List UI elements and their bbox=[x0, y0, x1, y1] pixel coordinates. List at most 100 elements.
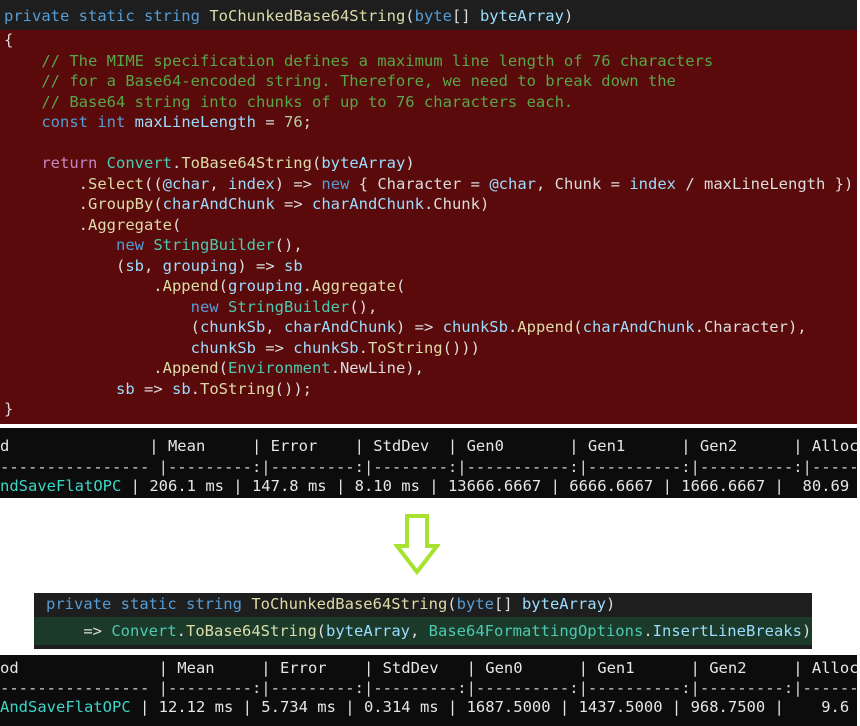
method-name: Select bbox=[88, 174, 144, 193]
method-cell: ndSaveFlatOPC bbox=[0, 477, 122, 495]
keyword: new bbox=[115, 236, 144, 254]
code-line: { bbox=[4, 31, 14, 49]
method-name: ToString bbox=[367, 338, 443, 357]
method-name: ToBase64String bbox=[186, 622, 317, 640]
parameter: sb bbox=[115, 379, 135, 398]
text: . bbox=[302, 277, 312, 295]
text bbox=[4, 339, 191, 357]
table-separator: ---------------- |---------:|---------:|… bbox=[0, 458, 857, 476]
text: => bbox=[274, 195, 312, 213]
method-name: Append bbox=[162, 359, 219, 377]
method-name: ToChunkedBase64String bbox=[241, 595, 448, 613]
signature-line: private static string ToChunkedBase64Str… bbox=[34, 593, 812, 617]
table-header: d | Mean | Error | StdDev | Gen0 | Gen1 … bbox=[0, 437, 857, 455]
code-line: (chunkSb, charAndChunk) => chunkSb.Appen… bbox=[4, 317, 807, 337]
dot: . bbox=[176, 622, 186, 640]
parameter: @char bbox=[162, 174, 210, 193]
method-name: Aggregate bbox=[88, 215, 172, 234]
method-name: Append bbox=[517, 318, 574, 336]
paren: ( bbox=[311, 154, 322, 172]
text bbox=[219, 298, 228, 316]
parameter: chunkSb bbox=[199, 318, 266, 336]
method-name: ToBase64String bbox=[181, 154, 312, 172]
argument: byteArray bbox=[326, 622, 410, 640]
method-name: Append bbox=[162, 277, 219, 295]
method-cell: AndSaveFlatOPC bbox=[0, 698, 131, 716]
parameter: sb bbox=[171, 379, 191, 398]
parameter: charAndChunk bbox=[311, 195, 424, 213]
param-name: byteArray bbox=[479, 7, 564, 25]
text: ( bbox=[218, 359, 228, 377]
text: ) => bbox=[237, 256, 284, 275]
code-line: return Convert.ToBase64String(byteArray) bbox=[4, 153, 414, 173]
text: ) => bbox=[274, 174, 322, 193]
benchmark-table-after: od | Mean | Error | StdDev | Gen0 | Gen1… bbox=[0, 655, 857, 726]
code-line: .GroupBy(charAndChunk => charAndChunk.Ch… bbox=[4, 194, 490, 214]
text: , bbox=[410, 622, 429, 640]
text: . bbox=[4, 174, 88, 193]
parameter: charAndChunk bbox=[283, 318, 396, 336]
text: => bbox=[255, 338, 294, 357]
stats-cells: | 206.1 ms | 147.8 ms | 8.10 ms | 13666.… bbox=[121, 477, 857, 495]
keyword: new bbox=[321, 174, 350, 193]
text: => bbox=[46, 622, 112, 640]
keyword: private static bbox=[46, 595, 186, 613]
parameter: chunkSb bbox=[442, 318, 508, 336]
variable: maxLineLength bbox=[134, 113, 256, 131]
operator: = bbox=[255, 113, 284, 131]
param-type: byte bbox=[456, 595, 494, 613]
text: (( bbox=[144, 174, 163, 193]
parameter: grouping bbox=[162, 256, 238, 275]
keyword: const int bbox=[4, 113, 135, 131]
method-name: ToString bbox=[200, 379, 275, 398]
text: ) => bbox=[395, 318, 443, 336]
expression-body-line: => Convert.ToBase64String(byteArray, Bas… bbox=[34, 617, 812, 645]
text: (), bbox=[274, 236, 303, 254]
paren: ( bbox=[316, 622, 326, 640]
method-body: { // The MIME specification defines a ma… bbox=[0, 30, 857, 424]
text: . bbox=[507, 318, 518, 336]
parameter: charAndChunk bbox=[582, 318, 695, 336]
code-line: .Aggregate( bbox=[4, 215, 182, 235]
down-arrow-icon bbox=[392, 514, 442, 576]
param-type: byte bbox=[414, 7, 452, 25]
parameter: @char bbox=[489, 174, 537, 193]
keyword: new bbox=[190, 297, 219, 316]
paren: ) bbox=[605, 595, 616, 613]
text: .NewLine), bbox=[330, 359, 424, 377]
text: ( bbox=[4, 318, 200, 336]
code-line: chunkSb => chunkSb.ToString())) bbox=[4, 338, 480, 358]
code-editor-after: private static string ToChunkedBase64Str… bbox=[34, 593, 812, 649]
parameter: index bbox=[629, 174, 677, 193]
text bbox=[4, 298, 191, 316]
text: , bbox=[209, 174, 229, 193]
semicolon: ; bbox=[302, 113, 312, 131]
parameter: sb bbox=[284, 256, 303, 275]
text: . bbox=[4, 215, 88, 234]
code-line: (sb, grouping) => sb bbox=[4, 256, 303, 276]
parameter: sb bbox=[125, 256, 144, 275]
keyword: return bbox=[4, 154, 107, 172]
text: ())) bbox=[442, 338, 480, 357]
code-comment: // Base64 string into chunks of up to 76… bbox=[4, 92, 574, 111]
text bbox=[4, 380, 116, 398]
text: . bbox=[358, 338, 368, 357]
argument: byteArray bbox=[321, 154, 406, 172]
table-row: AndSaveFlatOPC | 12.12 ms | 5.734 ms | 0… bbox=[0, 697, 857, 718]
code-line: } bbox=[4, 400, 14, 418]
code-editor-before: private static string ToChunkedBase64Str… bbox=[0, 0, 857, 424]
signature-line: private static string ToChunkedBase64Str… bbox=[4, 6, 573, 26]
table-header: od | Mean | Error | StdDev | Gen0 | Gen1… bbox=[0, 659, 857, 677]
code-comment: // for a Base64-encoded string. Therefor… bbox=[4, 72, 676, 90]
text: ( bbox=[153, 195, 163, 213]
code-line: new StringBuilder(), bbox=[4, 297, 378, 317]
text: ( bbox=[4, 256, 126, 275]
parameter: index bbox=[228, 174, 275, 193]
text: ); bbox=[801, 622, 812, 640]
table-row: ndSaveFlatOPC | 206.1 ms | 147.8 ms | 8.… bbox=[0, 476, 857, 497]
enum-name: Base64FormattingOptions bbox=[428, 622, 644, 640]
class-name: Convert bbox=[106, 154, 172, 172]
code-line: .Append(grouping.Aggregate( bbox=[4, 276, 405, 296]
method-signature: private static string ToChunkedBase64Str… bbox=[0, 0, 857, 30]
code-line: const int maxLineLength = 76; bbox=[4, 112, 312, 132]
